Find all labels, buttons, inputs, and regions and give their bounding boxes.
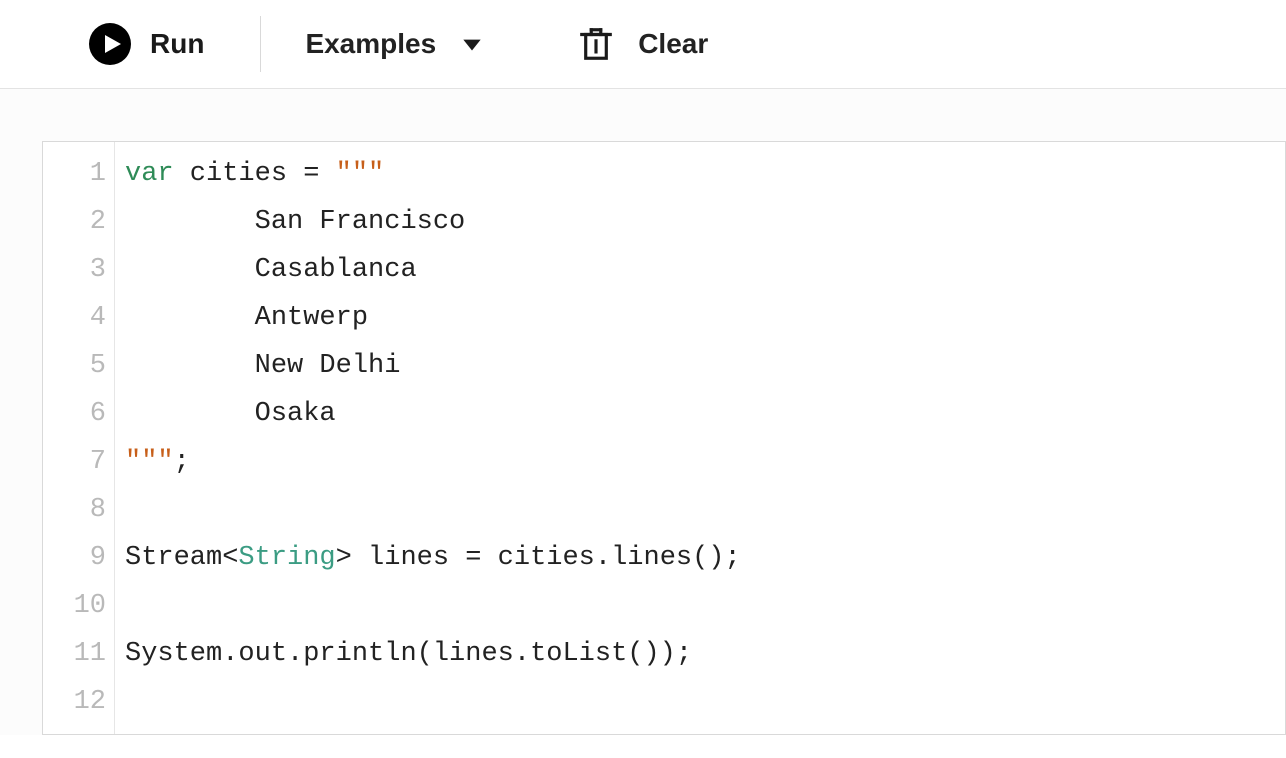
line-number: 8 (63, 486, 106, 534)
line-number: 7 (63, 438, 106, 486)
clear-button[interactable]: Clear (576, 24, 708, 64)
line-number-gutter: 123456789101112 (43, 142, 115, 734)
code-token: Antwerp (125, 303, 368, 333)
run-label: Run (150, 28, 204, 60)
code-token: Stream< (125, 543, 238, 573)
editor-area: 123456789101112 var cities = """ San Fra… (0, 89, 1286, 735)
code-token: Osaka (125, 399, 336, 429)
toolbar: Run Examples Clear (0, 0, 1286, 89)
examples-label: Examples (305, 28, 436, 60)
line-number: 1 (63, 150, 106, 198)
code-token: ; (174, 447, 190, 477)
code-editor[interactable]: 123456789101112 var cities = """ San Fra… (42, 141, 1286, 735)
code-line[interactable]: var cities = """ (125, 150, 741, 198)
code-token: San Francisco (125, 207, 465, 237)
play-icon (88, 22, 132, 66)
line-number: 4 (63, 294, 106, 342)
line-number: 12 (63, 678, 106, 726)
code-line[interactable]: """; (125, 438, 741, 486)
code-token: var (125, 159, 174, 189)
run-button[interactable]: Run (88, 16, 204, 72)
line-number: 9 (63, 534, 106, 582)
code-token: Casablanca (125, 255, 417, 285)
line-number: 5 (63, 342, 106, 390)
code-line[interactable]: New Delhi (125, 342, 741, 390)
toolbar-divider (260, 16, 261, 72)
code-line[interactable] (125, 486, 741, 534)
code-line[interactable]: System.out.println(lines.toList()); (125, 630, 741, 678)
code-line[interactable]: Osaka (125, 390, 741, 438)
code-line[interactable]: Stream<String> lines = cities.lines(); (125, 534, 741, 582)
line-number: 2 (63, 198, 106, 246)
code-token: > lines = cities.lines(); (336, 543, 741, 573)
code-line[interactable]: San Francisco (125, 198, 741, 246)
code-token: """ (336, 159, 385, 189)
examples-dropdown[interactable]: Examples (305, 28, 486, 60)
code-token: cities = (174, 159, 336, 189)
code-line[interactable] (125, 582, 741, 630)
code-line[interactable] (125, 678, 741, 726)
code-token: String (238, 543, 335, 573)
code-line[interactable]: Antwerp (125, 294, 741, 342)
line-number: 11 (63, 630, 106, 678)
chevron-down-icon (458, 30, 486, 58)
code-line[interactable]: Casablanca (125, 246, 741, 294)
code-token: """ (125, 447, 174, 477)
trash-icon (576, 24, 616, 64)
line-number: 10 (63, 582, 106, 630)
clear-label: Clear (638, 28, 708, 60)
code-token: New Delhi (125, 351, 400, 381)
code-token: System.out.println(lines.toList()); (125, 639, 692, 669)
line-number: 6 (63, 390, 106, 438)
code-content[interactable]: var cities = """ San Francisco Casablanc… (115, 142, 755, 734)
line-number: 3 (63, 246, 106, 294)
